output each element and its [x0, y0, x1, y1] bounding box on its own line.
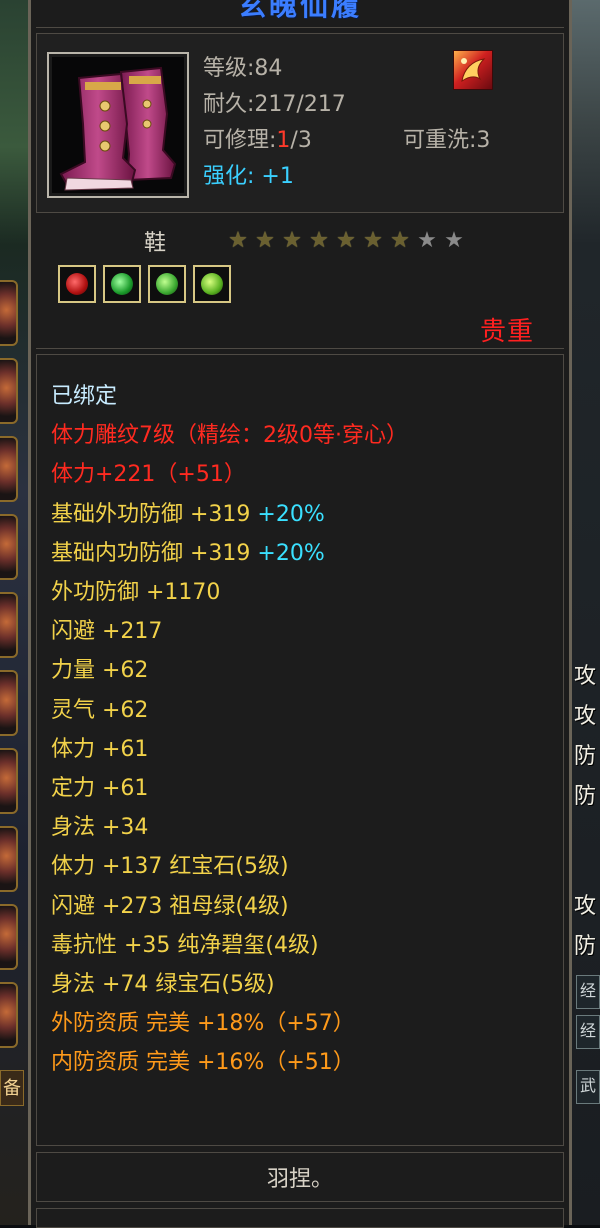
emerald-gem-icon[interactable] [103, 265, 142, 303]
attribute-line: 已绑定 [51, 377, 408, 416]
item-info: 等级:84 耐久:217/217 可修理:1/3 可重洗:3 强化: +1 [36, 33, 564, 213]
gem-sockets [58, 265, 233, 303]
attribute-text: 基础外功防御 +319 [51, 501, 258, 527]
attribute-text: 已绑定 [51, 384, 118, 409]
panel-bottom [36, 1208, 564, 1228]
item-icon-frame [47, 52, 189, 198]
right-char: 攻 [574, 664, 597, 689]
item-name: 玄魄仙履 [237, 0, 362, 22]
repair-current: 1 [276, 128, 291, 153]
skill-slot-icon[interactable] [0, 748, 18, 814]
attribute-line: 内防资质 完美 +16%（+51） [51, 1043, 408, 1082]
phoenix-quality-icon [453, 50, 493, 90]
attribute-line: 定力 +61 [51, 769, 408, 808]
attribute-text: 身法 +34 [51, 815, 149, 841]
star-filled-icon: ★ [336, 228, 356, 253]
title-bar: 玄魄仙履 [36, 0, 564, 28]
attribute-line: 体力+221（+51） [51, 455, 408, 494]
right-char: 防 [574, 934, 597, 959]
slot-type: 鞋 [144, 231, 167, 256]
attribute-bonus: +20% [257, 501, 325, 527]
item-tooltip: 玄魄仙履 等级:84 耐久:217/217 可修理:1/3 可重洗:3 强化: … [28, 0, 572, 1228]
right-char: 防 [574, 744, 597, 769]
attribute-line: 基础内功防御 +319 +20% [51, 534, 408, 573]
right-char: 攻 [574, 894, 597, 919]
item-meta: 鞋 ★ ★ ★ ★ ★ ★ ★ ★ ★ 贵重 [36, 219, 564, 349]
attribute-text: 体力+221（+51） [51, 462, 246, 488]
attribute-line: 灵气 +62 [51, 691, 408, 730]
attribute-text: 闪避 +217 [51, 619, 163, 645]
attribute-line: 外防资质 完美 +18%（+57） [51, 1004, 408, 1043]
enhance-label: 强化: [203, 164, 255, 189]
durability-line: 耐久:217/217 [203, 92, 346, 117]
rewash-line: 可重洗:3 [403, 128, 491, 153]
attribute-line: 毒抗性 +35 纯净碧玺(4级) [51, 926, 408, 965]
attribute-line: 外功防御 +1170 [51, 573, 408, 612]
attribute-text: 定力 +61 [51, 776, 149, 802]
rarity-label: 贵重 [479, 317, 534, 347]
skill-slot-icon[interactable] [0, 514, 18, 580]
attribute-line: 身法 +34 [51, 808, 408, 847]
description-box: 羽捏。 [36, 1152, 564, 1202]
attribute-text: 体力雕纹7级（精绘：2级0等·穿心） [51, 423, 408, 449]
star-filled-icon: ★ [363, 228, 383, 253]
right-char: 攻 [574, 704, 597, 729]
attributes: 已绑定体力雕纹7级（精绘：2级0等·穿心） 体力+221（+51） 基础外功防御 +… [51, 377, 408, 1083]
attribute-text: 灵气 +62 [51, 697, 149, 723]
attribute-text: 基础内功防御 +319 [51, 540, 258, 566]
attribute-text: 毒抗性 +35 纯净碧玺(4级) [51, 932, 319, 958]
attribute-line: 闪避 +273 祖母绿(4级) [51, 887, 408, 926]
attribute-line: 基础外功防御 +319 +20% [51, 495, 408, 534]
attribute-list: 已绑定体力雕纹7级（精绘：2级0等·穿心） 体力+221（+51） 基础外功防御 +… [36, 354, 564, 1146]
attribute-text: 力量 +62 [51, 658, 149, 684]
repair-label: 可修理: [203, 128, 277, 153]
star-filled-icon: ★ [390, 228, 410, 253]
attribute-line: 力量 +62 [51, 651, 408, 690]
right-button[interactable]: 经 [576, 975, 600, 1009]
star-filled-icon: ★ [255, 228, 275, 253]
repair-line: 可修理:1/3 [203, 126, 312, 156]
enhance-line: 强化: +1 [203, 162, 294, 192]
boots-icon [59, 66, 177, 191]
left-tag[interactable]: 备 [0, 1070, 24, 1106]
item-description: 羽捏。 [266, 1167, 333, 1192]
level-line: 等级:84 [203, 56, 283, 81]
star-filled-icon: ★ [282, 228, 302, 253]
star-filled-icon: ★ [309, 228, 329, 253]
attribute-text: 闪避 +273 祖母绿(4级) [51, 893, 289, 919]
attribute-text: 外防资质 完美 +18%（+57） [51, 1011, 355, 1037]
enhance-value: +1 [261, 164, 294, 189]
star-filled-icon: ★ [228, 228, 248, 253]
right-button[interactable]: 经 [576, 1015, 600, 1049]
green-gem-icon[interactable] [193, 265, 232, 303]
skill-slot-icon[interactable] [0, 436, 18, 502]
right-char: 防 [574, 784, 597, 809]
right-button[interactable]: 武 [576, 1070, 600, 1104]
right-scenery: 攻 攻 防 防 攻 防 经 经 武 [570, 0, 600, 1225]
skill-slot-icon[interactable] [0, 826, 18, 892]
attribute-text: 体力 +137 红宝石(5级) [51, 854, 289, 880]
attribute-text: 内防资质 完美 +16%（+51） [51, 1050, 355, 1076]
attribute-bonus: +20% [257, 540, 325, 566]
skill-slot-icon[interactable] [0, 982, 18, 1048]
attribute-text: 外功防御 +1170 [51, 580, 221, 606]
skill-slot-icon[interactable] [0, 592, 18, 658]
star-empty-icon: ★ [444, 228, 464, 253]
attribute-text: 身法 +74 绿宝石(5级) [51, 972, 275, 998]
attribute-line: 体力 +137 红宝石(5级) [51, 847, 408, 886]
star-empty-icon: ★ [417, 228, 437, 253]
attribute-text: 体力 +61 [51, 736, 149, 762]
attribute-line: 体力雕纹7级（精绘：2级0等·穿心） [51, 416, 408, 455]
skill-slot-icon[interactable] [0, 280, 18, 346]
repair-max: /3 [290, 128, 312, 153]
star-rating: ★ ★ ★ ★ ★ ★ ★ ★ ★ [226, 229, 469, 253]
skill-slot-icon[interactable] [0, 670, 18, 736]
skill-slot-icon[interactable] [0, 358, 18, 424]
ruby-gem-icon[interactable] [58, 265, 96, 303]
skill-slot-icon[interactable] [0, 904, 18, 970]
attribute-line: 闪避 +217 [51, 612, 408, 651]
jade-gem-icon[interactable] [148, 265, 187, 303]
attribute-line: 体力 +61 [51, 730, 408, 769]
attribute-line: 身法 +74 绿宝石(5级) [51, 965, 408, 1004]
